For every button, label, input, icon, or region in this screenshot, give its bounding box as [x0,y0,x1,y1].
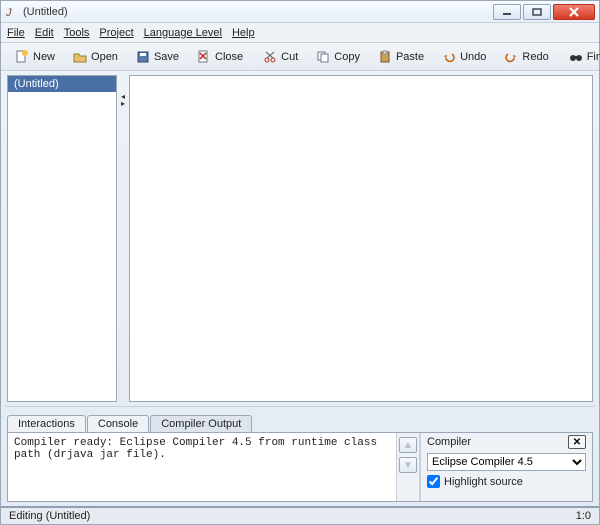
copy-icon [316,50,330,64]
highlight-source-checkbox[interactable]: Highlight source [427,475,586,488]
folder-open-icon [73,50,87,64]
menu-edit[interactable]: Edit [35,27,54,39]
main-area: (Untitled) ◂ ▸ [1,71,599,402]
menu-project[interactable]: Project [99,27,133,39]
bottom-panel: Compiler ready: Eclipse Compiler 4.5 fro… [7,432,593,502]
prev-error-button[interactable]: ▲ [399,437,417,453]
open-button[interactable]: Open [65,48,126,66]
copy-label: Copy [334,51,360,63]
compiler-output-text[interactable]: Compiler ready: Eclipse Compiler 4.5 fro… [8,433,396,501]
toolbar: New Open Save Close Cut Copy Paste [1,43,599,71]
paste-label: Paste [396,51,424,63]
compiler-panel: Compiler ✕ Eclipse Compiler 4.5 Highligh… [420,433,592,501]
menu-file[interactable]: File [7,27,25,39]
binoculars-icon [569,50,583,64]
menu-tools[interactable]: Tools [64,27,90,39]
window-title: (Untitled) [23,6,493,18]
app-icon: J [5,5,19,19]
minimize-button[interactable] [493,4,521,20]
tab-console[interactable]: Console [87,415,149,432]
cut-button[interactable]: Cut [255,48,306,66]
save-label: Save [154,51,179,63]
undo-icon [442,50,456,64]
cut-label: Cut [281,51,298,63]
tab-compiler-output[interactable]: Compiler Output [150,415,252,432]
compiler-select[interactable]: Eclipse Compiler 4.5 [427,453,586,471]
clipboard-icon [378,50,392,64]
find-button[interactable]: Find [561,48,600,66]
scissors-icon [263,50,277,64]
svg-text:J: J [5,7,12,19]
window-controls [493,4,595,20]
chevron-up-icon: ▲ [403,440,413,451]
maximize-button[interactable] [523,4,551,20]
close-window-button[interactable] [553,4,595,20]
redo-label: Redo [522,51,548,63]
open-files-list[interactable]: (Untitled) [7,75,117,402]
status-bar: Editing (Untitled) 1:0 [1,506,599,524]
split-handle[interactable]: ◂ ▸ [119,75,127,402]
paste-button[interactable]: Paste [370,48,432,66]
close-button[interactable]: Close [189,48,251,66]
new-label: New [33,51,55,63]
bottom-tabs: Interactions Console Compiler Output [1,412,599,432]
tab-interactions[interactable]: Interactions [7,415,86,432]
output-nav: ▲ ▼ [396,433,420,501]
find-label: Find [587,51,600,63]
file-list-item[interactable]: (Untitled) [8,76,116,92]
menu-language-level[interactable]: Language Level [144,27,222,39]
save-icon [136,50,150,64]
cursor-position: 1:0 [576,510,591,522]
code-editor[interactable] [129,75,593,402]
menu-help[interactable]: Help [232,27,255,39]
status-left: Editing (Untitled) [9,510,90,522]
titlebar[interactable]: J (Untitled) [1,1,599,23]
new-button[interactable]: New [7,48,63,66]
save-button[interactable]: Save [128,48,187,66]
undo-label: Undo [460,51,486,63]
next-error-button[interactable]: ▼ [399,457,417,473]
undo-button[interactable]: Undo [434,48,494,66]
close-file-icon [197,50,211,64]
menubar: File Edit Tools Project Language Level H… [1,23,599,43]
copy-button[interactable]: Copy [308,48,368,66]
close-panel-button[interactable]: ✕ [568,435,586,449]
highlight-source-input[interactable] [427,475,440,488]
close-icon: ✕ [573,437,581,448]
close-label: Close [215,51,243,63]
redo-button[interactable]: Redo [496,48,556,66]
open-label: Open [91,51,118,63]
app-window: J (Untitled) File Edit Tools Project Lan… [0,0,600,525]
compiler-panel-title: Compiler [427,436,568,448]
chevron-down-icon: ▼ [403,460,413,471]
redo-icon [504,50,518,64]
highlight-source-label: Highlight source [444,476,523,488]
new-file-icon [15,50,29,64]
arrow-right-icon: ▸ [121,100,125,107]
